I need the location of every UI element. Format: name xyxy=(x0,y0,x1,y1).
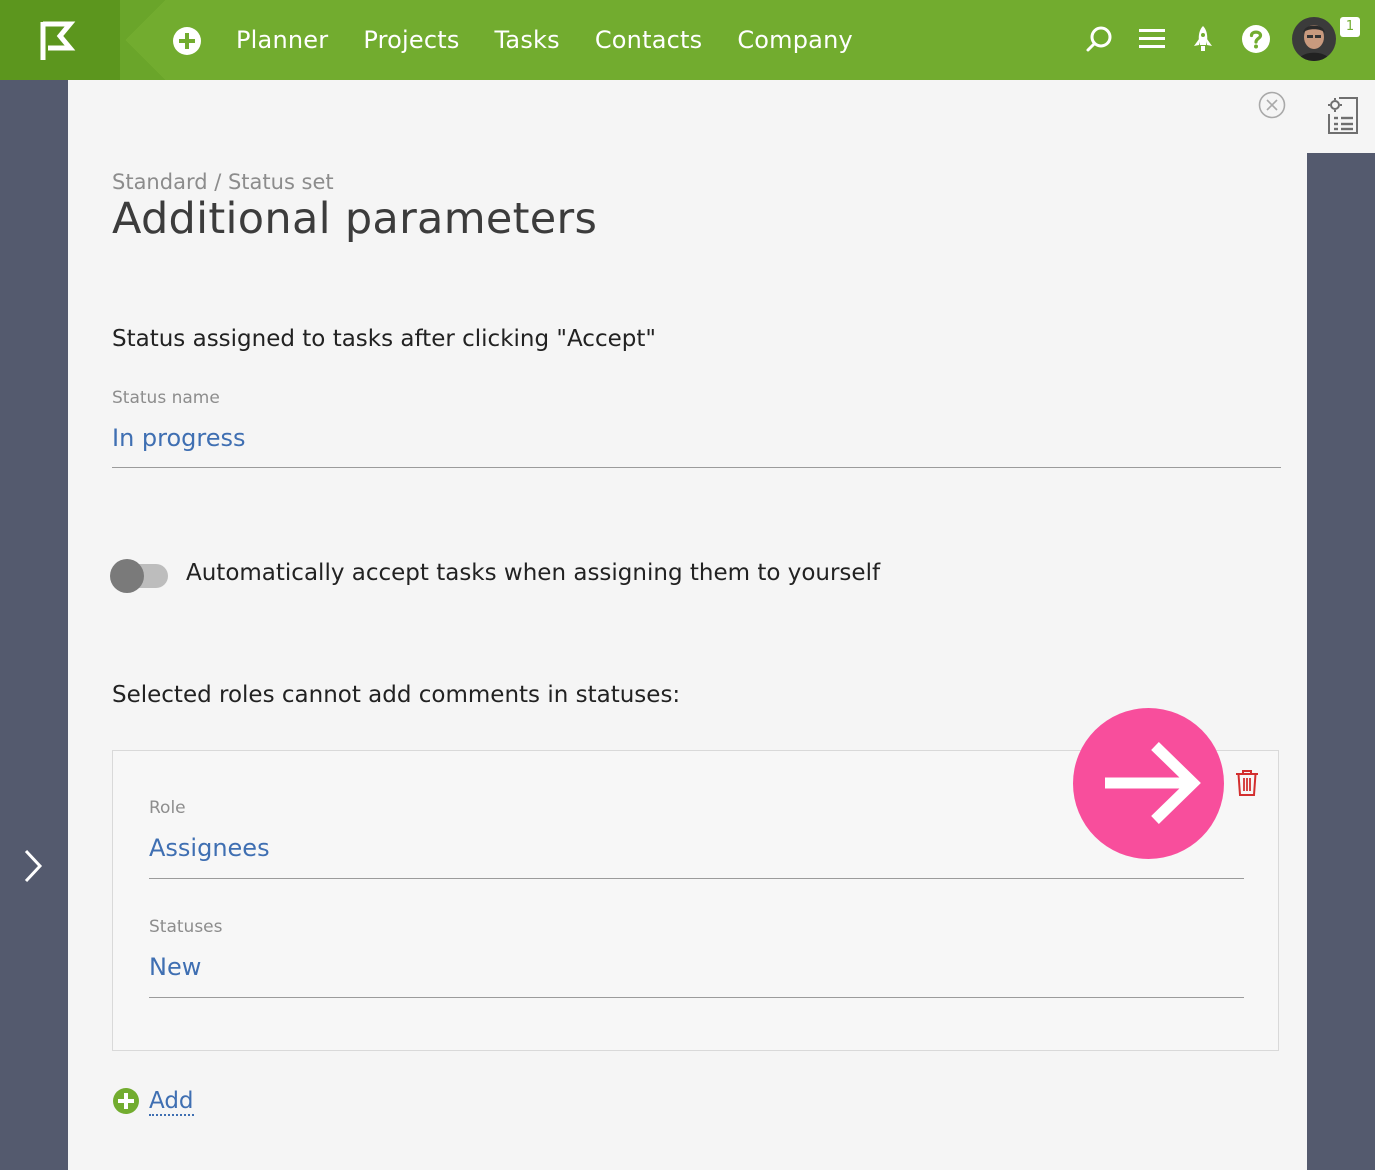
add-plus-icon[interactable] xyxy=(112,1087,140,1115)
statuses-label: Statuses xyxy=(149,917,223,937)
settings-document-icon[interactable] xyxy=(1326,96,1360,136)
role-label: Role xyxy=(149,798,186,818)
restricted-comments-heading: Selected roles cannot add comments in st… xyxy=(112,682,681,708)
page-title: Additional parameters xyxy=(112,194,598,244)
plus-circle-icon[interactable] xyxy=(172,26,202,56)
logo[interactable] xyxy=(0,0,166,80)
flag-logo-icon xyxy=(0,0,165,80)
toggle-knob xyxy=(110,559,144,593)
status-name-field[interactable]: In progress xyxy=(112,424,246,452)
chevron-right-icon[interactable] xyxy=(20,848,46,884)
statuses-underline xyxy=(149,997,1244,998)
nav-projects[interactable]: Projects xyxy=(363,26,459,54)
statuses-field[interactable]: New xyxy=(149,953,201,981)
hamburger-menu-icon[interactable] xyxy=(1137,24,1167,54)
question-icon[interactable] xyxy=(1241,24,1271,54)
rocket-icon[interactable] xyxy=(1188,24,1218,54)
role-underline xyxy=(149,878,1244,879)
auto-accept-toggle[interactable] xyxy=(110,559,168,593)
breadcrumb: Standard / Status set xyxy=(112,170,334,194)
nav-contacts[interactable]: Contacts xyxy=(595,26,702,54)
left-sidebar xyxy=(0,80,68,1170)
status-name-underline xyxy=(112,467,1281,468)
main-nav: Planner Projects Tasks Contacts Company xyxy=(236,0,888,80)
nav-tasks[interactable]: Tasks xyxy=(495,26,560,54)
search-icon[interactable] xyxy=(1084,24,1114,54)
nav-company[interactable]: Company xyxy=(737,26,853,54)
notification-badge[interactable]: 1 xyxy=(1340,17,1360,37)
accept-status-heading: Status assigned to tasks after clicking … xyxy=(112,326,656,352)
top-bar: Planner Projects Tasks Contacts Company xyxy=(0,0,1375,80)
arrow-right-icon xyxy=(1105,742,1201,824)
role-field[interactable]: Assignees xyxy=(149,834,270,862)
nav-planner[interactable]: Planner xyxy=(236,26,328,54)
close-circle-icon[interactable] xyxy=(1257,90,1287,120)
user-avatar-icon xyxy=(1292,17,1336,61)
auto-accept-label: Automatically accept tasks when assignin… xyxy=(186,560,881,586)
trash-icon[interactable] xyxy=(1233,768,1261,798)
pointer-hint xyxy=(1073,708,1224,859)
status-name-label: Status name xyxy=(112,388,220,408)
add-rule-link[interactable]: Add xyxy=(149,1088,194,1116)
avatar[interactable] xyxy=(1292,17,1336,61)
